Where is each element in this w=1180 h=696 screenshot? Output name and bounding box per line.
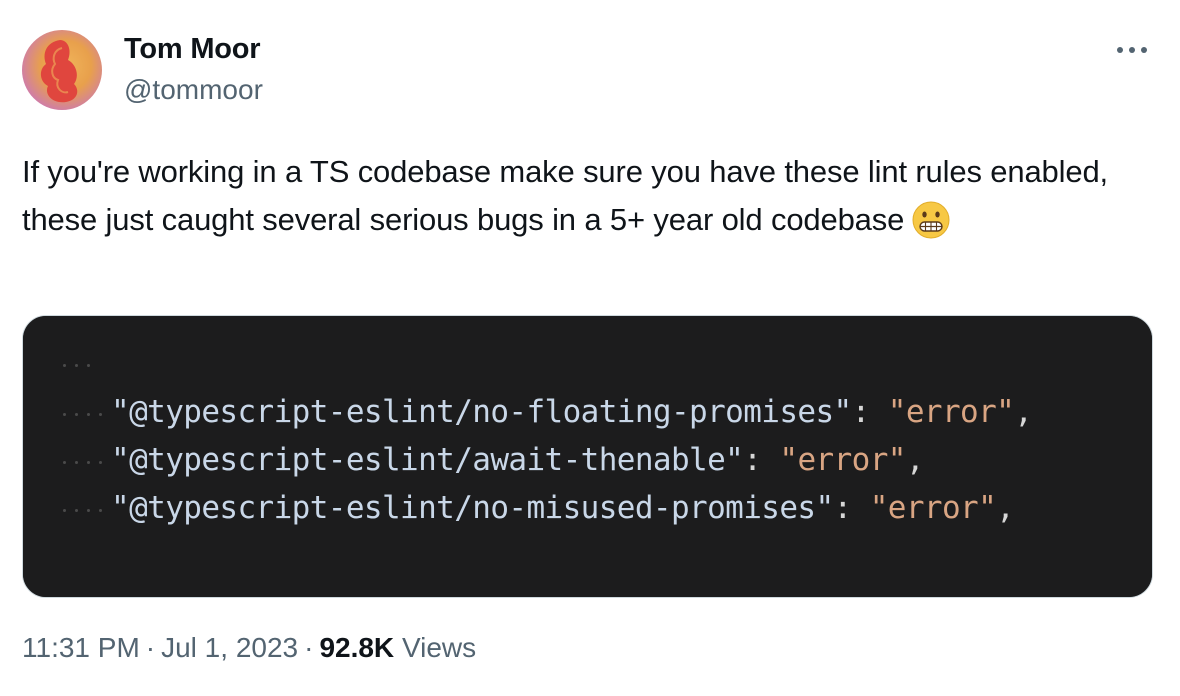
views-count[interactable]: 92.8K	[319, 632, 394, 663]
code-value: "error"	[869, 490, 997, 526]
code-block: "@typescript-eslint/no-floating-promises…	[23, 316, 1152, 597]
code-key: "@typescript-eslint/no-misused-promises"	[111, 490, 834, 526]
code-trail: ,	[1014, 394, 1033, 430]
indent-guide-dot	[75, 413, 78, 416]
more-horizontal-icon	[1117, 47, 1147, 53]
code-punct: :	[743, 442, 780, 478]
indent-guide-dot	[87, 413, 90, 416]
indent-guide-dot	[99, 413, 102, 416]
tweet-media-image[interactable]: "@typescript-eslint/no-floating-promises…	[22, 315, 1153, 598]
code-trail: ,	[996, 490, 1015, 526]
code-line: "@typescript-eslint/await-thenable": "er…	[111, 442, 925, 478]
views-label: Views	[401, 632, 477, 663]
code-key: "@typescript-eslint/no-floating-promises…	[111, 394, 852, 430]
code-punct: :	[851, 394, 888, 430]
code-value: "error"	[779, 442, 906, 478]
indent-guide-dot	[75, 364, 78, 367]
avatar-image	[22, 30, 102, 110]
indent-guide-dot	[63, 461, 66, 464]
tweet-text: If you're working in a TS codebase make …	[22, 148, 1132, 243]
code-line: "@typescript-eslint/no-floating-promises…	[111, 394, 1033, 430]
avatar[interactable]	[22, 30, 102, 110]
code-line: "@typescript-eslint/no-misused-promises"…	[111, 490, 1015, 526]
separator: ·	[304, 632, 314, 663]
code-key: "@typescript-eslint/await-thenable"	[111, 442, 744, 478]
indent-guide-dot	[63, 364, 66, 367]
indent-guide-dot	[99, 461, 102, 464]
code-value: "error"	[887, 394, 1015, 430]
indent-guide-dot	[87, 461, 90, 464]
separator: ·	[145, 632, 156, 663]
tweet-footer: 11:31 PM · Jul 1, 2023 · 92.8K Views	[22, 632, 476, 664]
indent-guide-dot	[87, 364, 90, 367]
indent-guide-dot	[63, 509, 66, 512]
author-handle[interactable]: @tommoor	[124, 74, 263, 106]
indent-guide-dot	[63, 413, 66, 416]
indent-guide-dot	[75, 461, 78, 464]
indent-guide-dot	[99, 509, 102, 512]
code-punct: :	[833, 490, 870, 526]
author-name[interactable]: Tom Moor	[124, 33, 261, 66]
more-options-button[interactable]	[1110, 30, 1154, 70]
code-trail: ,	[905, 442, 925, 478]
grimacing-face-icon	[912, 201, 950, 239]
tweet-time[interactable]: 11:31 PM	[22, 632, 140, 663]
tweet-date[interactable]: Jul 1, 2023	[161, 632, 298, 663]
indent-guide-dot	[87, 509, 90, 512]
indent-guide-dot	[75, 509, 78, 512]
